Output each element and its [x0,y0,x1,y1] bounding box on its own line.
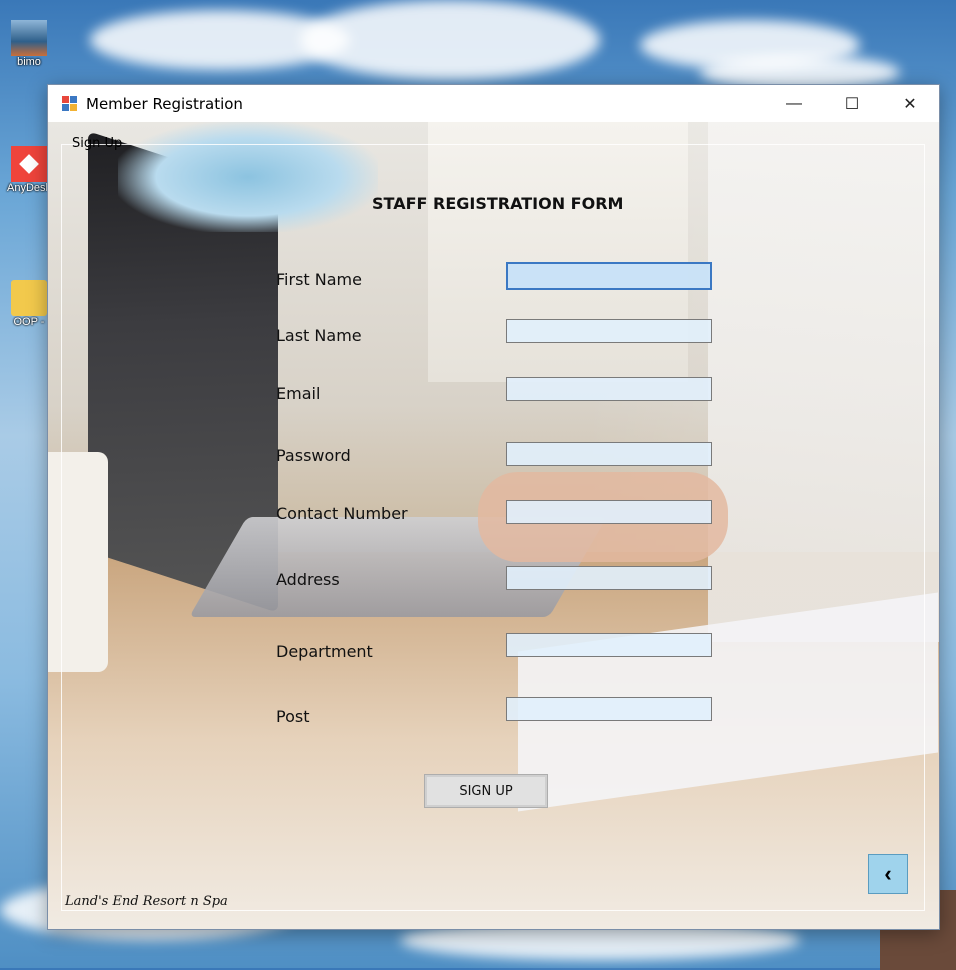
email-label: Email [276,384,321,403]
contact-number-field[interactable] [506,500,712,524]
close-button[interactable]: ✕ [881,85,939,122]
desktop-cloud [300,0,600,80]
registration-window: Member Registration — ☐ ✕ Sign Up STAFF … [47,84,940,930]
groupbox-label: Sign Up [72,136,123,151]
first-name-label: First Name [276,270,362,289]
chevron-left-icon: ‹ [884,861,892,886]
department-label: Department [276,642,373,661]
post-field[interactable] [506,697,712,721]
contact-number-label: Contact Number [276,504,408,523]
window-title: Member Registration [86,94,243,113]
department-field[interactable] [506,633,712,657]
desktop-icon-photo[interactable]: bimo [4,20,54,68]
close-icon: ✕ [903,95,917,113]
address-label: Address [276,570,340,589]
password-field[interactable] [506,442,712,466]
email-field[interactable] [506,377,712,401]
minimize-button[interactable]: — [765,85,823,122]
sign-up-button[interactable]: SIGN UP [424,774,548,808]
photo-thumbnail-icon [11,20,47,56]
anydesk-icon [11,146,47,182]
first-name-field[interactable] [506,262,712,290]
last-name-field[interactable] [506,319,712,343]
desktop-icon-label: bimo [17,56,41,68]
form-app-icon [62,95,78,112]
folder-icon [11,280,47,316]
address-field[interactable] [506,566,712,590]
title-bar[interactable]: Member Registration — ☐ ✕ [48,85,939,122]
form-client-area: Sign Up STAFF REGISTRATION FORM First Na… [48,122,939,929]
maximize-button[interactable]: ☐ [823,85,881,122]
back-button[interactable]: ‹ [868,854,908,894]
last-name-label: Last Name [276,326,362,345]
minimize-icon: — [786,94,802,112]
form-title: STAFF REGISTRATION FORM [372,194,624,213]
post-label: Post [276,707,310,726]
brand-signature: Land's End Resort n Spa [65,894,228,909]
maximize-icon: ☐ [844,95,860,113]
password-label: Password [276,446,351,465]
